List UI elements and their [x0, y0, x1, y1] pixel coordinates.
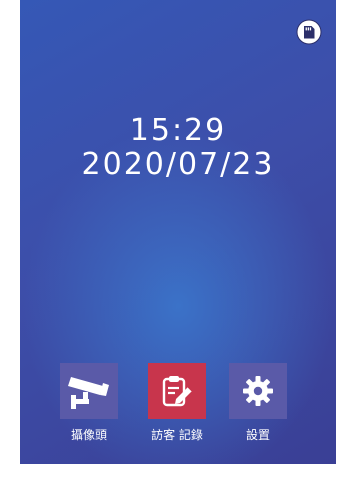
clock-date: 2020/07/23 [81, 147, 275, 182]
settings-app-label: 設置 [245, 428, 270, 442]
settings-app-tile[interactable] [229, 363, 287, 419]
camera-app-tile[interactable] [60, 363, 118, 419]
home-screen: 15:29 2020/07/23 攝像頭 訪客 記錄 設置 [20, 0, 336, 464]
app-dock: 攝像頭 訪客 記錄 設置 [20, 363, 336, 453]
visitor-log-app-button[interactable]: 訪客 記錄 [137, 363, 217, 443]
sd-card-icon [296, 19, 322, 45]
cctv-camera-icon [68, 377, 109, 409]
gear-icon [243, 376, 273, 406]
visitor-log-icon [162, 376, 193, 407]
visitor-log-app-label: 訪客 記錄 [151, 428, 203, 442]
camera-app-button[interactable]: 攝像頭 [49, 363, 129, 443]
clock-time: 15:29 [129, 113, 227, 148]
visitor-log-app-tile[interactable] [148, 363, 206, 419]
clock-display: 15:29 2020/07/23 [20, 114, 336, 182]
settings-app-button[interactable]: 設置 [218, 363, 298, 443]
camera-app-label: 攝像頭 [70, 428, 107, 442]
